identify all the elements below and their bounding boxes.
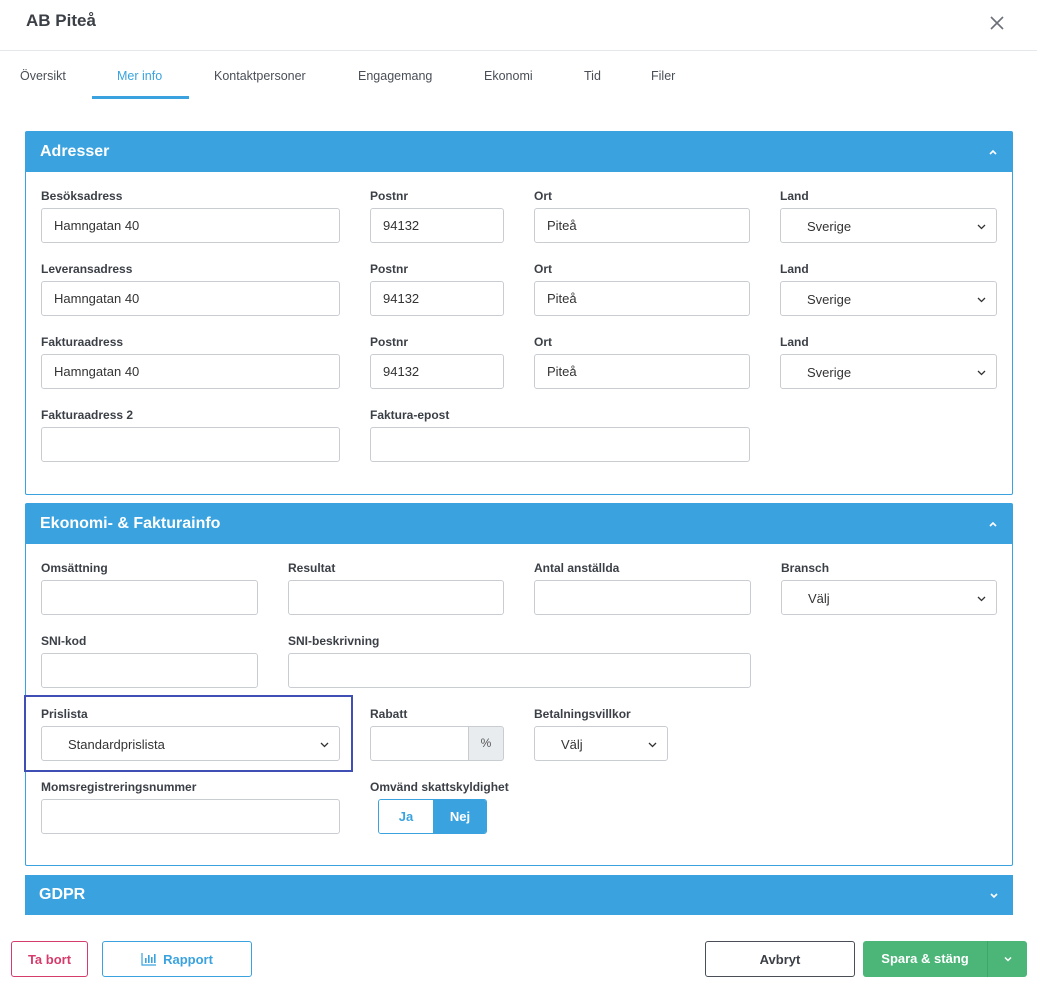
tab-kontaktpersoner[interactable]: Kontaktpersoner [214, 69, 306, 83]
tab-filer[interactable]: Filer [651, 69, 675, 83]
section-title: Ekonomi- & Fakturainfo [40, 515, 221, 532]
besoksadress-input[interactable] [41, 208, 340, 243]
postnr-label: Postnr [370, 189, 409, 203]
modal-header: AB Piteå [0, 0, 1037, 51]
land-label: Land [780, 335, 809, 349]
section-title: GDPR [39, 886, 86, 903]
sni-kod-input[interactable] [41, 653, 258, 688]
leverans-postnr-input[interactable] [370, 281, 504, 316]
tab-engagemang[interactable]: Engagemang [358, 69, 432, 83]
chevron-up-icon [989, 521, 997, 527]
toggle-ja-button[interactable]: Ja [379, 800, 433, 833]
cancel-button-label: Avbryt [759, 951, 801, 967]
ort-label: Ort [534, 335, 552, 349]
momsreg-input[interactable] [41, 799, 340, 834]
prislista-select[interactable]: Standardprislista [41, 726, 340, 761]
antal-anstallda-label: Antal anställda [534, 561, 620, 575]
modal-title: AB Piteå [26, 11, 96, 30]
chevron-down-icon [1003, 956, 1012, 962]
betalningsvillkor-select[interactable]: Välj [534, 726, 668, 761]
cancel-button[interactable]: Avbryt [705, 941, 855, 977]
section-title: Adresser [40, 143, 110, 160]
land-label: Land [780, 262, 809, 276]
rabatt-input[interactable] [370, 726, 469, 761]
fakturaadress-input[interactable] [41, 354, 340, 389]
leverans-land-select[interactable]: Sverige [780, 281, 997, 316]
chevron-down-icon [977, 370, 986, 376]
faktura-ort-input[interactable] [534, 354, 750, 389]
ort-label: Ort [534, 189, 552, 203]
select-value: Sverige [807, 219, 852, 234]
close-icon[interactable] [986, 12, 1008, 34]
rabatt-label: Rabatt [370, 707, 408, 721]
toggle-nej-button[interactable]: Nej [433, 800, 486, 833]
faktura-postnr-input[interactable] [370, 354, 504, 389]
active-tab-indicator [92, 96, 189, 99]
select-value: Standardprislista [68, 737, 165, 752]
momsreg-label: Momsregistreringsnummer [41, 780, 197, 794]
chevron-down-icon [648, 742, 657, 748]
save-close-button[interactable]: Spara & stäng [863, 941, 1027, 977]
tab-ekonomi[interactable]: Ekonomi [484, 69, 533, 83]
bransch-label: Bransch [781, 561, 830, 575]
besok-ort-input[interactable] [534, 208, 750, 243]
faktura-land-select[interactable]: Sverige [780, 354, 997, 389]
omsattning-input[interactable] [41, 580, 258, 615]
faktura-epost-input[interactable] [370, 427, 750, 462]
chevron-down-icon [977, 297, 986, 303]
save-options-toggle[interactable] [987, 941, 1027, 977]
omvand-skattskyldighet-toggle: Ja Nej [378, 799, 487, 834]
section-gdpr: GDPR [25, 875, 1013, 915]
leverans-ort-input[interactable] [534, 281, 750, 316]
section-ekonomi-header[interactable]: Ekonomi- & Fakturainfo [26, 504, 1012, 544]
save-close-button-label: Spara & stäng [881, 951, 969, 966]
tab-bar: Översikt Mer info Kontaktpersoner Engage… [0, 51, 1037, 100]
leveransadress-input[interactable] [41, 281, 340, 316]
chevron-down-icon [320, 742, 329, 748]
fakturaadress2-label: Fakturaadress 2 [41, 408, 134, 422]
tab-tid[interactable]: Tid [584, 69, 601, 83]
leveransadress-label: Leveransadress [41, 262, 133, 276]
chevron-down-icon [977, 224, 986, 230]
percent-addon: % [469, 726, 504, 761]
resultat-label: Resultat [288, 561, 336, 575]
antal-anstallda-input[interactable] [534, 580, 751, 615]
select-value: Välj [561, 737, 583, 752]
omsattning-label: Omsättning [41, 561, 108, 575]
sni-beskrivning-label: SNI-beskrivning [288, 634, 380, 648]
besok-land-select[interactable]: Sverige [780, 208, 997, 243]
fakturaadress2-input[interactable] [41, 427, 340, 462]
bransch-select[interactable]: Välj [781, 580, 997, 615]
ort-label: Ort [534, 262, 552, 276]
delete-button[interactable]: Ta bort [11, 941, 88, 977]
select-value: Sverige [807, 365, 852, 380]
section-adresser-header[interactable]: Adresser [26, 132, 1012, 172]
sni-beskrivning-input[interactable] [288, 653, 751, 688]
report-button[interactable]: Rapport [102, 941, 252, 977]
select-value: Sverige [807, 292, 852, 307]
prislista-label: Prislista [41, 707, 88, 721]
resultat-input[interactable] [288, 580, 504, 615]
section-gdpr-header[interactable]: GDPR [25, 875, 1013, 915]
sni-kod-label: SNI-kod [41, 634, 87, 648]
besoksadress-label: Besöksadress [41, 189, 123, 203]
besok-postnr-input[interactable] [370, 208, 504, 243]
delete-button-label: Ta bort [27, 951, 72, 967]
betalningsvillkor-label: Betalningsvillkor [534, 707, 631, 721]
chevron-down-icon [977, 596, 986, 602]
report-button-label: Rapport [163, 951, 213, 967]
faktura-epost-label: Faktura-epost [370, 408, 450, 422]
land-label: Land [780, 189, 809, 203]
fakturaadress-label: Fakturaadress [41, 335, 124, 349]
tab-mer-info[interactable]: Mer info [117, 69, 162, 83]
postnr-label: Postnr [370, 335, 409, 349]
tab-oversikt[interactable]: Översikt [20, 69, 66, 83]
postnr-label: Postnr [370, 262, 409, 276]
omvand-skattskyldighet-label: Omvänd skattskyldighet [370, 780, 509, 794]
chevron-up-icon [989, 149, 997, 155]
bar-chart-icon [141, 953, 157, 966]
chevron-down-icon [990, 893, 998, 899]
select-value: Välj [808, 591, 830, 606]
